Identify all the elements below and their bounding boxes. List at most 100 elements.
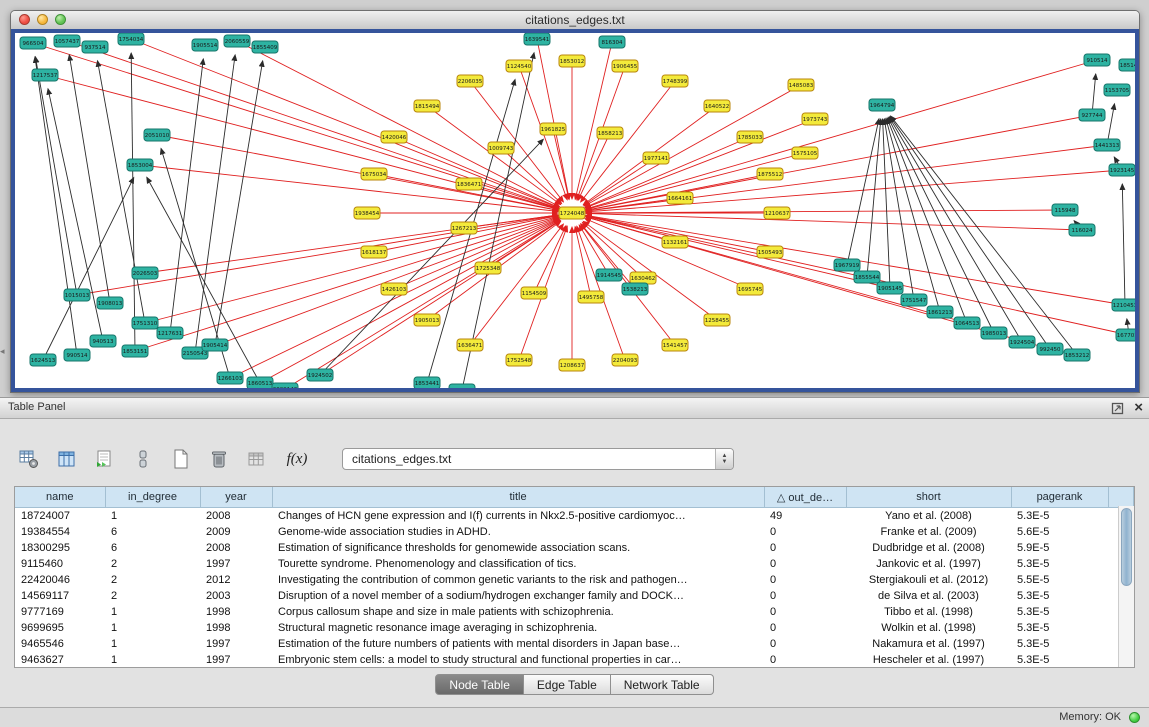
cell[interactable]: 2 bbox=[105, 588, 200, 604]
network-node[interactable]: 1985013 bbox=[981, 327, 1007, 339]
network-node[interactable]: 2051010 bbox=[144, 129, 170, 141]
cell[interactable]: 0 bbox=[764, 636, 846, 652]
cell[interactable]: 2009 bbox=[200, 524, 272, 540]
network-node[interactable]: 1258455 bbox=[704, 314, 730, 326]
cell[interactable]: 9115460 bbox=[15, 556, 105, 572]
cell[interactable]: 49 bbox=[764, 508, 846, 525]
table-row[interactable]: 1830029562008Estimation of significance … bbox=[15, 540, 1134, 556]
cell[interactable]: 5.3E-5 bbox=[1011, 636, 1108, 652]
network-node[interactable]: 1217631 bbox=[157, 327, 183, 339]
network-node[interactable]: 1725348 bbox=[475, 262, 501, 274]
cell[interactable]: 1997 bbox=[200, 652, 272, 668]
network-edge[interactable] bbox=[553, 129, 569, 199]
network-edge[interactable] bbox=[575, 227, 591, 297]
cell[interactable]: Tibbo et al. (1998) bbox=[846, 604, 1011, 620]
network-node[interactable]: 1208637 bbox=[559, 359, 585, 371]
network-node[interactable]: 1875512 bbox=[757, 168, 783, 180]
network-node[interactable]: 1505493 bbox=[757, 246, 783, 258]
cell[interactable]: Hescheler et al. (1997) bbox=[846, 652, 1011, 668]
function-builder-icon[interactable]: f(x) bbox=[282, 446, 312, 472]
cell[interactable]: 9463627 bbox=[15, 652, 105, 668]
network-node[interactable]: 1914545 bbox=[596, 269, 622, 281]
network-node[interactable]: 1677012 bbox=[1116, 329, 1135, 341]
import-table-icon[interactable] bbox=[244, 446, 270, 472]
cell[interactable]: Nakamura et al. (1997) bbox=[846, 636, 1011, 652]
network-node[interactable]: 1752548 bbox=[506, 354, 532, 366]
network-node[interactable]: 1751310 bbox=[132, 317, 158, 329]
network-node[interactable]: 1967919 bbox=[834, 259, 860, 271]
network-node[interactable]: 1977141 bbox=[643, 152, 669, 164]
column-header-pagerank[interactable]: pagerank bbox=[1011, 487, 1108, 508]
cell[interactable]: 5.3E-5 bbox=[1011, 604, 1108, 620]
network-edge[interactable] bbox=[48, 89, 103, 341]
network-node[interactable]: 1426103 bbox=[381, 283, 407, 295]
network-node[interactable]: 1675034 bbox=[361, 168, 387, 180]
network-node[interactable]: 1861213 bbox=[927, 306, 953, 318]
network-node[interactable]: 1636471 bbox=[457, 339, 483, 351]
table-row[interactable]: 1872400712008Changes of HCN gene express… bbox=[15, 508, 1134, 525]
network-node[interactable]: 1153705 bbox=[1104, 84, 1130, 96]
table-row[interactable]: 1938455462009Genome-wide association stu… bbox=[15, 524, 1134, 540]
network-node[interactable]: 1695745 bbox=[737, 283, 763, 295]
network-node[interactable]: 1538213 bbox=[622, 283, 648, 295]
cell[interactable]: 5.9E-5 bbox=[1011, 540, 1108, 556]
network-node[interactable]: 1924504 bbox=[1009, 336, 1035, 348]
cell[interactable]: 19384554 bbox=[15, 524, 105, 540]
table-row[interactable]: 911546021997Tourette syndrome. Phenomeno… bbox=[15, 556, 1134, 572]
network-node[interactable]: 1855409 bbox=[252, 41, 278, 53]
cell[interactable]: 1 bbox=[105, 620, 200, 636]
cell[interactable]: 6 bbox=[105, 524, 200, 540]
network-node[interactable]: 2204093 bbox=[612, 354, 638, 366]
network-node[interactable]: 1836471 bbox=[456, 178, 482, 190]
network-node[interactable]: 1267213 bbox=[451, 222, 477, 234]
column-header-out_de[interactable]: △ out_de… bbox=[764, 487, 846, 508]
network-node[interactable]: 1664161 bbox=[667, 192, 693, 204]
cell[interactable]: 5.3E-5 bbox=[1011, 556, 1108, 572]
network-node[interactable]: 1785033 bbox=[737, 131, 763, 143]
cell[interactable]: Changes of HCN gene expression and I(f) … bbox=[272, 508, 764, 525]
cell[interactable]: 5.3E-5 bbox=[1011, 508, 1108, 525]
cell[interactable]: 0 bbox=[764, 540, 846, 556]
float-panel-icon[interactable] bbox=[1111, 402, 1124, 415]
network-node[interactable]: 990514 bbox=[64, 349, 90, 361]
cell[interactable]: 1 bbox=[105, 636, 200, 652]
cell[interactable]: 2008 bbox=[200, 508, 272, 525]
window-titlebar[interactable]: citations_edges.txt bbox=[11, 11, 1139, 30]
cell[interactable]: 0 bbox=[764, 588, 846, 604]
cell[interactable]: 5.3E-5 bbox=[1011, 652, 1108, 668]
cell[interactable]: Genome-wide association studies in ADHD. bbox=[272, 524, 764, 540]
table-row[interactable]: 946362711997Embryonic stem cells: a mode… bbox=[15, 652, 1134, 668]
network-edge[interactable] bbox=[462, 53, 534, 388]
network-edge[interactable] bbox=[470, 224, 563, 345]
network-edge[interactable] bbox=[889, 117, 1022, 342]
network-node[interactable]: 1630462 bbox=[630, 272, 656, 284]
network-edge[interactable] bbox=[394, 137, 559, 208]
network-node[interactable]: 1853212 bbox=[1064, 349, 1090, 361]
network-node[interactable]: 1640522 bbox=[704, 100, 730, 112]
network-node[interactable]: 1009743 bbox=[488, 142, 514, 154]
network-node[interactable]: 1905145 bbox=[877, 282, 903, 294]
network-node[interactable]: 1815494 bbox=[414, 100, 440, 112]
table-row[interactable]: 1456911722003Disruption of a novel membe… bbox=[15, 588, 1134, 604]
network-edge[interactable] bbox=[1122, 184, 1125, 305]
new-column-icon[interactable] bbox=[92, 446, 118, 472]
network-node[interactable]: 1124540 bbox=[506, 60, 532, 72]
network-node[interactable]: 1210637 bbox=[764, 207, 790, 219]
network-node[interactable]: 1853151 bbox=[122, 345, 148, 357]
cell[interactable]: 5.3E-5 bbox=[1011, 588, 1108, 604]
network-canvas[interactable]: 1724048185301219064551748399164052217850… bbox=[15, 33, 1135, 388]
cell[interactable]: Corpus callosum shape and size in male p… bbox=[272, 604, 764, 620]
network-node[interactable]: 1064513 bbox=[954, 317, 980, 329]
network-node[interactable]: 1441313 bbox=[1094, 139, 1120, 151]
cell[interactable]: 5.5E-5 bbox=[1011, 572, 1108, 588]
cell[interactable]: 2 bbox=[105, 572, 200, 588]
cell[interactable]: Franke et al. (2009) bbox=[846, 524, 1011, 540]
network-edge[interactable] bbox=[35, 57, 77, 295]
cell[interactable]: Estimation of the future numbers of pati… bbox=[272, 636, 764, 652]
cell[interactable]: 1998 bbox=[200, 620, 272, 636]
network-node[interactable]: 1015013 bbox=[64, 289, 90, 301]
network-node[interactable]: 1724048 bbox=[559, 207, 585, 219]
network-node[interactable]: 1908013 bbox=[97, 297, 123, 309]
cell[interactable]: Disruption of a novel member of a sodium… bbox=[272, 588, 764, 604]
cell[interactable]: Structural magnetic resonance image aver… bbox=[272, 620, 764, 636]
